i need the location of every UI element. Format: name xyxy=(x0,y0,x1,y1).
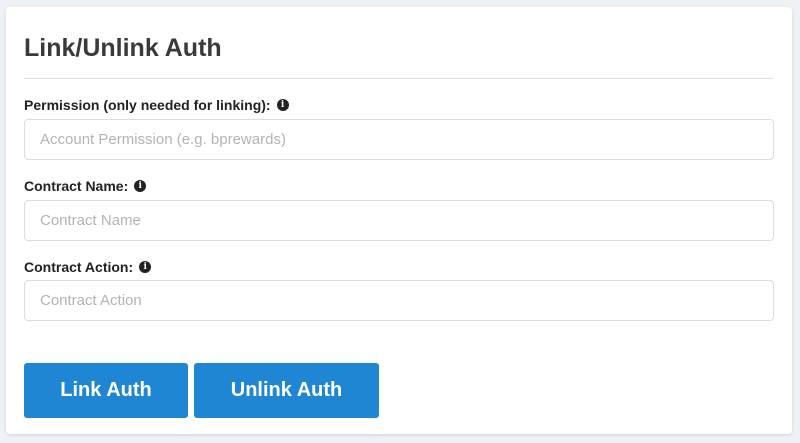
permission-info-icon[interactable]: i xyxy=(276,99,289,111)
title-divider xyxy=(24,78,774,79)
permission-label: Permission (only needed for linking): xyxy=(24,97,271,113)
contract-name-label-row: Contract Name: i xyxy=(24,178,147,194)
link-unlink-auth-panel: Link/Unlink Auth Permission (only needed… xyxy=(6,7,792,434)
contract-action-label-row: Contract Action: i xyxy=(24,259,152,275)
permission-input[interactable] xyxy=(24,119,774,160)
link-auth-button[interactable]: Link Auth xyxy=(24,363,188,418)
permission-label-row: Permission (only needed for linking): i xyxy=(24,97,289,113)
contract-name-input[interactable] xyxy=(24,200,774,241)
contract-name-label: Contract Name: xyxy=(24,178,129,194)
contract-action-info-icon[interactable]: i xyxy=(139,261,152,273)
panel-title: Link/Unlink Auth xyxy=(24,34,222,62)
contract-action-input[interactable] xyxy=(24,280,774,321)
unlink-auth-button[interactable]: Unlink Auth xyxy=(194,363,379,418)
contract-name-info-icon[interactable]: i xyxy=(134,180,147,192)
contract-action-label: Contract Action: xyxy=(24,259,134,275)
